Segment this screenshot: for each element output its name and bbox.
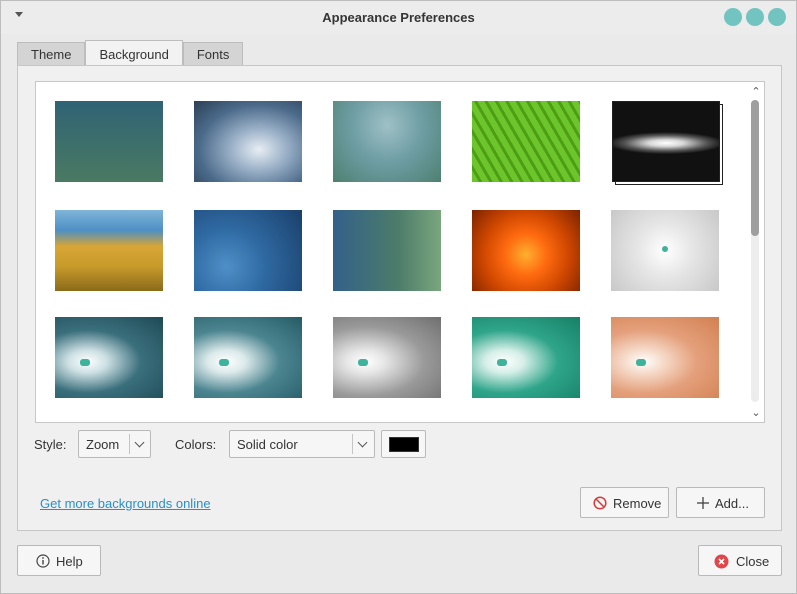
appearance-preferences-window: Appearance Preferences Theme Background … xyxy=(0,0,797,594)
close-circle-icon xyxy=(714,554,729,569)
style-label: Style: xyxy=(34,437,67,452)
wallpaper-thumbnail[interactable] xyxy=(55,210,163,291)
minimize-button[interactable] xyxy=(724,8,742,26)
tab-bar: Theme Background Fonts xyxy=(17,40,244,66)
close-window-button[interactable] xyxy=(768,8,786,26)
divider xyxy=(129,434,130,454)
wallpaper-thumbnail[interactable] xyxy=(333,210,441,291)
close-label: Close xyxy=(736,554,770,569)
wallpaper-thumbnail[interactable] xyxy=(55,101,163,182)
wallpaper-thumbnail[interactable] xyxy=(472,210,580,291)
tab-fonts[interactable]: Fonts xyxy=(182,42,244,66)
add-button[interactable]: Add... xyxy=(676,487,765,518)
color-picker-button[interactable] xyxy=(381,430,426,458)
no-entry-icon xyxy=(593,496,607,510)
remove-button[interactable]: Remove xyxy=(580,487,669,518)
get-more-backgrounds-link[interactable]: Get more backgrounds online xyxy=(40,496,211,511)
wallpaper-thumbnail[interactable] xyxy=(611,317,719,398)
close-button[interactable]: Close xyxy=(698,545,782,576)
plus-icon xyxy=(697,497,709,509)
colors-value: Solid color xyxy=(237,437,298,452)
wallpaper-thumbnail[interactable] xyxy=(472,317,580,398)
wallpaper-thumbnail[interactable] xyxy=(333,317,441,398)
scroll-down-icon[interactable]: ⌄ xyxy=(751,408,761,419)
info-icon xyxy=(36,554,50,568)
wallpaper-gallery[interactable]: ⌃ ⌄ xyxy=(35,81,765,423)
wallpaper-thumbnail[interactable] xyxy=(472,101,580,182)
scroll-up-icon[interactable]: ⌃ xyxy=(751,87,761,98)
title-bar[interactable]: Appearance Preferences xyxy=(1,1,796,34)
wallpaper-thumbnail[interactable] xyxy=(194,317,302,398)
wallpaper-thumbnail[interactable] xyxy=(611,210,719,291)
chevron-down-icon xyxy=(134,437,145,448)
divider xyxy=(352,434,353,454)
tab-theme[interactable]: Theme xyxy=(17,42,86,66)
chevron-down-icon xyxy=(357,437,368,448)
window-title: Appearance Preferences xyxy=(322,10,475,25)
colors-label: Colors: xyxy=(175,437,217,452)
colors-dropdown[interactable]: Solid color xyxy=(229,430,375,458)
color-swatch xyxy=(389,437,419,452)
add-label: Add... xyxy=(715,496,749,511)
help-label: Help xyxy=(56,554,83,569)
wallpaper-thumbnail[interactable] xyxy=(194,210,302,291)
remove-label: Remove xyxy=(613,496,662,511)
maximize-button[interactable] xyxy=(746,8,764,26)
help-button[interactable]: Help xyxy=(17,545,101,576)
background-panel: ⌃ ⌄ Style: Zoom Colors: Solid color Get … xyxy=(17,65,782,531)
scrollbar-thumb[interactable] xyxy=(751,100,759,236)
style-value: Zoom xyxy=(86,437,120,452)
style-dropdown[interactable]: Zoom xyxy=(78,430,151,458)
wallpaper-thumbnail[interactable] xyxy=(333,101,441,182)
wallpaper-thumbnail[interactable] xyxy=(194,101,302,182)
wallpaper-thumbnail[interactable] xyxy=(612,101,720,182)
wallpaper-thumbnail[interactable] xyxy=(55,317,163,398)
tab-background[interactable]: Background xyxy=(85,40,183,65)
